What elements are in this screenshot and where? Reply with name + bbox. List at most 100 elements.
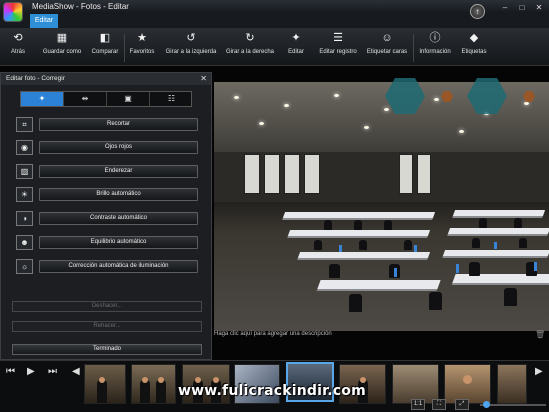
toolbar-divider (124, 34, 125, 62)
tag-faces-button[interactable]: ☺ Etiquetar caras (364, 31, 410, 55)
panel-close-icon[interactable]: ✕ (200, 73, 207, 85)
back-button[interactable]: ⟲ Atrás (2, 31, 34, 55)
photo-window (417, 154, 431, 194)
crop-icon: ⌗ (16, 117, 33, 132)
photo-chair (359, 240, 367, 250)
photo-view[interactable] (214, 82, 549, 331)
photo-table (317, 280, 441, 289)
tags-label: Etiquetas (461, 49, 487, 55)
minimize-button[interactable]: – (499, 3, 511, 12)
photo-chair (349, 294, 362, 312)
wand-tab-icon[interactable]: ✦ (21, 92, 64, 106)
mediashow-logo-icon[interactable] (3, 2, 23, 22)
magic-wand-icon: ✦ (291, 32, 301, 44)
photo-table (442, 250, 549, 256)
next-icon[interactable]: ⏭ (48, 366, 57, 377)
info-button[interactable]: ⓘ Información (416, 31, 454, 55)
photo-table (447, 228, 549, 234)
effects-tab-icon[interactable]: ▣ (107, 92, 150, 106)
thumb-face (158, 377, 164, 383)
ribbon-tabs: Editar (0, 14, 549, 28)
photo-chair (429, 292, 442, 310)
zoom-slider[interactable] (480, 401, 546, 408)
lighting-icon: ☼ (16, 259, 33, 274)
scroll-right-icon[interactable]: ▶ (535, 366, 543, 377)
trash-icon[interactable]: 🗑 (535, 330, 545, 339)
previous-icon[interactable]: ⏮ (6, 366, 15, 377)
info-icon: ⓘ (429, 32, 441, 44)
photo-chair (354, 220, 362, 230)
auto-balance-button[interactable]: Equilibrio automático (39, 236, 198, 249)
done-button[interactable]: Terminado (12, 344, 202, 355)
photo-light (524, 102, 529, 105)
brightness-icon: ☀ (16, 187, 33, 202)
photo-light (284, 104, 289, 107)
eye-icon: ◉ (16, 140, 33, 155)
maximize-button[interactable]: □ (516, 3, 528, 12)
zoom-slider-knob[interactable] (482, 401, 490, 408)
crop-button[interactable]: Recortar (39, 118, 198, 131)
fullscreen-icon[interactable]: ⤢ (455, 399, 469, 410)
toolbar: ⟲ Atrás ▦ Guardar como ◧ Comparar ★ Favo… (0, 28, 549, 66)
favorites-button[interactable]: ★ Favoritos (127, 31, 157, 55)
photo-chair (514, 218, 522, 228)
compare-icon: ◧ (99, 32, 111, 44)
auto-lighting-button[interactable]: Corrección automática de iluminación (39, 260, 198, 273)
actual-size-button[interactable]: 1:1 (411, 399, 425, 410)
photo-window (399, 154, 413, 194)
compare-button[interactable]: ◧ Comparar (88, 31, 122, 55)
panel-title: Editar foto - Corregir ✕ (1, 73, 211, 85)
auto-contrast-button[interactable]: Contraste automático (39, 212, 198, 225)
undo-button[interactable]: Deshacer... (12, 301, 202, 312)
tab-editar[interactable]: Editar (30, 14, 58, 28)
thumbnail[interactable] (84, 364, 126, 404)
photo-light (384, 108, 389, 111)
edit-photo-panel: Editar foto - Corregir ✕ ✦ ⇹ ▣ ☷ ⌗ Recor… (0, 72, 212, 360)
back-button-label: Atrás (10, 49, 25, 55)
photo-light (434, 98, 439, 101)
save-as-button[interactable]: ▦ Guardar como (37, 31, 87, 55)
photo-chair (329, 264, 340, 278)
photo-chair (472, 238, 480, 248)
tags-button[interactable]: ◆ Etiquetas (457, 31, 491, 55)
save-as-icon: ▦ (56, 32, 68, 44)
window-title: MediaShow - Fotos - Editar (32, 2, 129, 11)
scroll-left-icon[interactable]: ◀ (72, 366, 80, 377)
edit-log-button[interactable]: ☰ Editar registro (315, 31, 361, 55)
panel-title-text: Editar foto - Corregir (6, 75, 65, 82)
auto-brightness-button[interactable]: Brillo automático (39, 188, 198, 201)
photo-chair (324, 220, 332, 230)
adjust-tab-icon[interactable]: ⇹ (64, 92, 107, 106)
compare-label: Comparar (91, 49, 119, 55)
rotate-left-button[interactable]: ↺ Girar a la izquierda (161, 31, 221, 55)
watermark-text: www.fulicrackindir.com (178, 383, 366, 399)
photo-light (234, 96, 239, 99)
list-tab-icon[interactable]: ☷ (150, 92, 193, 106)
photo-chair (504, 288, 517, 306)
thumb-face (142, 377, 148, 383)
play-icon[interactable]: ▶ (27, 366, 35, 377)
thumb-face (463, 375, 472, 384)
photo-bottle (534, 262, 537, 271)
rotate-left-label: Girar a la izquierda (165, 49, 217, 55)
photo-bottle (394, 268, 397, 277)
redo-button[interactable]: Rehacer... (12, 321, 202, 332)
photo-bottle (339, 245, 342, 252)
photo-caption[interactable]: Haga clic aquí para agregar una descripc… (214, 331, 332, 337)
straighten-button[interactable]: Enderezar (39, 165, 198, 178)
fit-icon[interactable]: ⛶ (432, 399, 446, 410)
thumbnail[interactable] (131, 364, 176, 404)
info-label: Información (419, 49, 451, 55)
update-icon[interactable]: ↑ (470, 4, 485, 19)
tag-faces-icon: ☺ (381, 32, 393, 44)
edit-button[interactable]: ✦ Editar (284, 31, 308, 55)
photo-chair (384, 220, 392, 230)
rotate-right-label: Girar a la derecha (225, 49, 275, 55)
close-button[interactable]: ✕ (533, 3, 545, 12)
rotate-right-button[interactable]: ↻ Girar a la derecha (223, 31, 277, 55)
photo-chair (314, 240, 322, 250)
red-eye-button[interactable]: Ojos rojos (39, 141, 198, 154)
photo-light (364, 126, 369, 129)
photo-chair (404, 240, 412, 250)
contrast-icon: ◑ (16, 211, 33, 226)
